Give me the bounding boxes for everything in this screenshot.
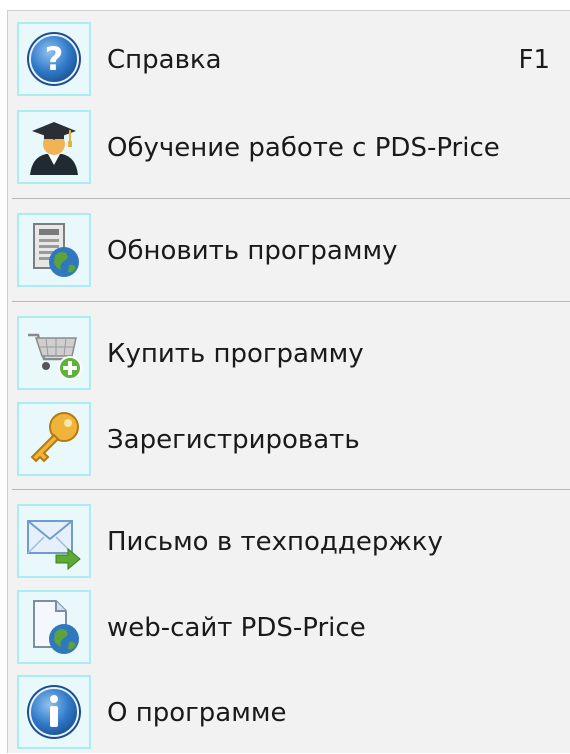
web-page-globe-icon	[17, 590, 91, 664]
menu-item-register[interactable]: Зарегистрировать	[8, 399, 570, 481]
graduate-icon	[17, 110, 91, 184]
menu-item-label: О программе	[107, 698, 287, 728]
menu-separator	[12, 301, 570, 302]
menu-item-buy[interactable]: Купить программу	[8, 313, 570, 395]
cart-add-icon	[17, 316, 91, 390]
menu-item-about[interactable]: О программе	[8, 672, 570, 754]
help-icon: ?	[17, 22, 91, 96]
menu-item-website[interactable]: web-сайт PDS-Price	[8, 587, 570, 669]
menu-item-label: Письмо в техподдержку	[107, 527, 443, 557]
menu-item-training[interactable]: Обучение работе с PDS-Price	[8, 107, 570, 189]
menu-separator	[12, 489, 570, 490]
menu-item-label: Зарегистрировать	[107, 425, 360, 455]
mail-send-icon	[17, 504, 91, 578]
menu-item-label: Обновить программу	[107, 236, 398, 266]
menu-separator	[12, 198, 570, 199]
help-menu: ? Справка F1 Обучение работе с PDS-Price	[7, 10, 570, 753]
key-icon	[17, 402, 91, 476]
svg-text:?: ?	[45, 40, 64, 78]
menu-item-label: Справка	[107, 45, 222, 75]
menu-item-label: Обучение работе с PDS-Price	[107, 133, 500, 163]
menu-item-update[interactable]: Обновить программу	[8, 210, 570, 292]
menu-item-label: Купить программу	[107, 339, 364, 369]
menu-item-label: web-сайт PDS-Price	[107, 613, 366, 643]
menu-item-support-mail[interactable]: Письмо в техподдержку	[8, 501, 570, 583]
shortcut-label: F1	[518, 45, 551, 75]
info-icon	[17, 675, 91, 749]
update-globe-icon	[17, 213, 91, 287]
menu-item-help[interactable]: ? Справка F1	[8, 19, 570, 101]
